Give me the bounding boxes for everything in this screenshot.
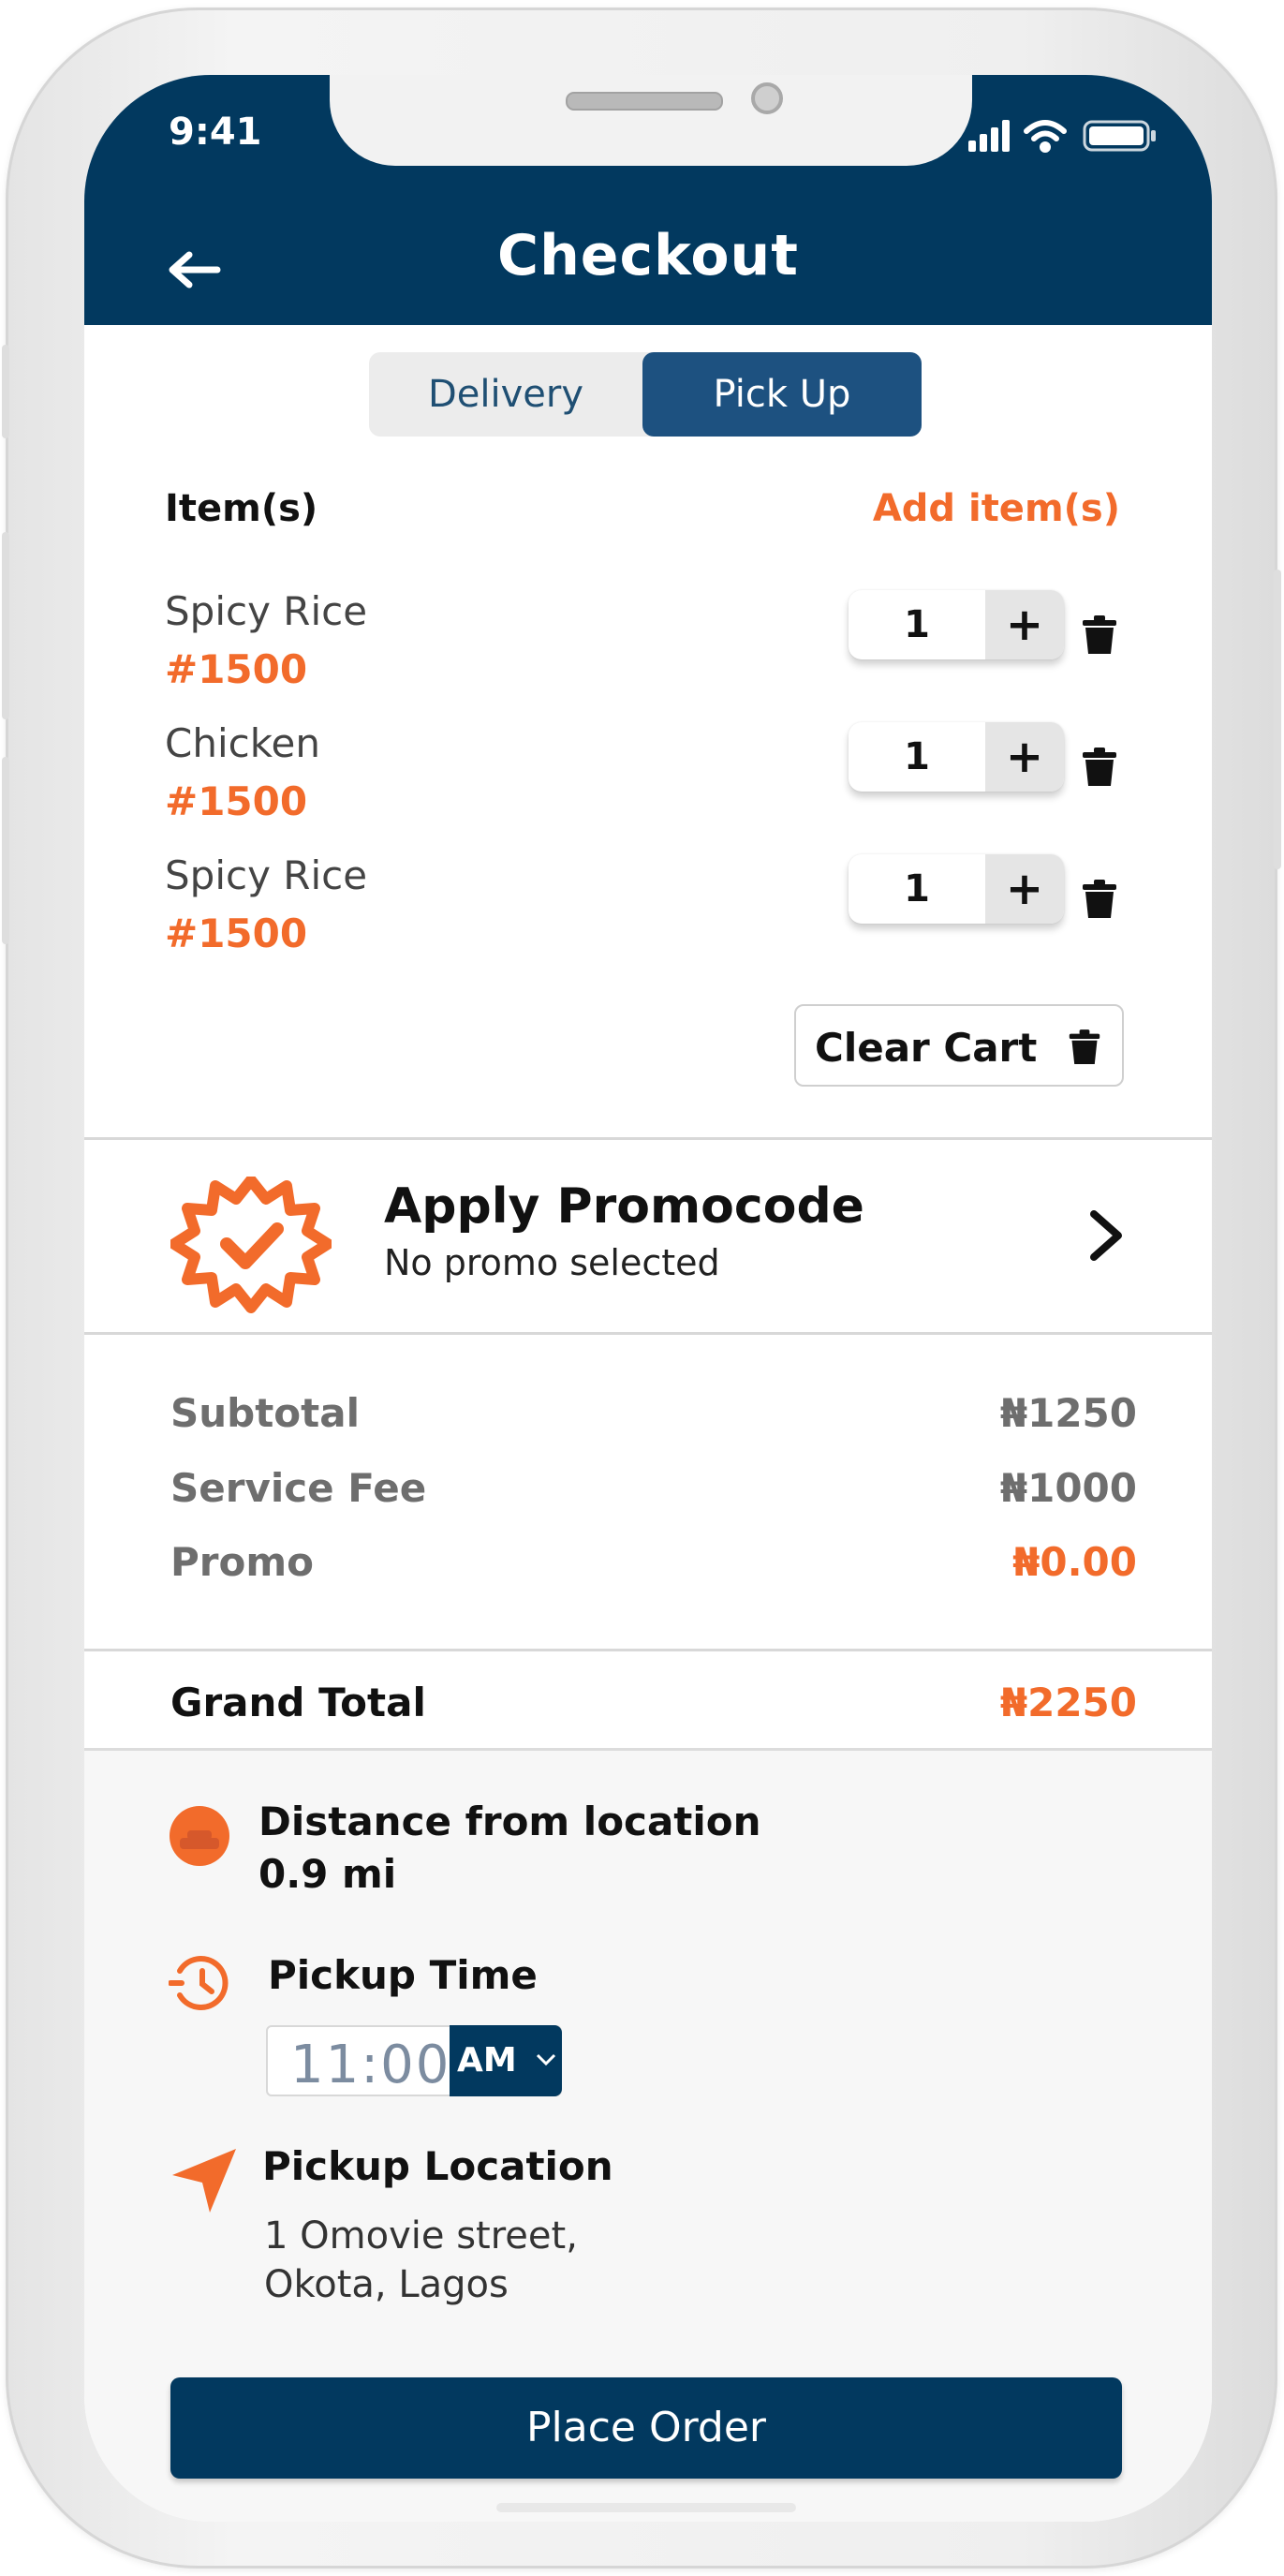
location-arrow-icon (172, 2149, 236, 2213)
pickup-time-title: Pickup Time (268, 1952, 538, 1998)
trash-icon[interactable] (1081, 879, 1118, 920)
volume-down-button (2, 757, 9, 944)
quantity-value[interactable]: 1 (849, 722, 985, 792)
home-indicator (496, 2503, 796, 2512)
distance-value: 0.9 mi (258, 1851, 397, 1897)
clear-cart-button[interactable]: Clear Cart (794, 1004, 1124, 1087)
promo-title: Apply Promocode (384, 1178, 864, 1235)
grand-total-value: ₦2250 (999, 1680, 1137, 1725)
promo-subtitle: No promo selected (384, 1242, 720, 1283)
quantity-stepper: 1 + (849, 722, 1064, 792)
chevron-down-icon (536, 2053, 556, 2066)
page-title: Checkout (497, 223, 799, 289)
quantity-stepper: 1 + (849, 854, 1064, 924)
phone-frame: 9:41 Checkout Delivery Pick Up Item(s) A… (2, 7, 1281, 2569)
place-order-button[interactable]: Place Order (170, 2377, 1122, 2479)
camera (751, 82, 783, 114)
speaker (566, 92, 723, 111)
status-time: 9:41 (169, 111, 262, 154)
subtotal-value: ₦1250 (999, 1390, 1137, 1436)
wifi-icon (1024, 120, 1067, 153)
quantity-stepper: 1 + (849, 590, 1064, 659)
side-button (2, 345, 9, 438)
plus-icon[interactable]: + (985, 590, 1064, 659)
am-pm-value: AM (457, 2041, 517, 2080)
add-items-link[interactable]: Add item(s) (873, 487, 1120, 530)
promo-value: ₦0.00 (1012, 1539, 1137, 1585)
quantity-value[interactable]: 1 (849, 854, 985, 924)
status-icons (968, 116, 1165, 154)
volume-up-button (2, 532, 9, 719)
apply-promocode-row[interactable] (84, 1141, 1212, 1328)
subtotal-label: Subtotal (170, 1390, 360, 1436)
item-price: #1500 (165, 646, 308, 692)
divider (84, 1649, 1212, 1651)
service-fee-label: Service Fee (170, 1465, 427, 1511)
promo-badge-icon (170, 1177, 332, 1313)
trash-icon[interactable] (1081, 614, 1118, 656)
clear-cart-label: Clear Cart (815, 1025, 1038, 1071)
items-heading: Item(s) (165, 487, 318, 530)
pickup-time-value[interactable]: 11:00 (290, 2035, 450, 2095)
pickup-location-line2: Okota, Lagos (264, 2263, 509, 2306)
distance-title: Distance from location (258, 1799, 761, 1844)
chevron-right-icon (1090, 1210, 1122, 1261)
trash-icon (1069, 1029, 1100, 1064)
trash-icon[interactable] (1081, 747, 1118, 788)
divider (84, 1332, 1212, 1335)
signal-icon (968, 120, 1010, 152)
battery-icon (1083, 120, 1156, 152)
quantity-value[interactable]: 1 (849, 590, 985, 659)
grand-total-label: Grand Total (170, 1680, 426, 1725)
pickup-location-title: Pickup Location (262, 2143, 613, 2189)
am-pm-select[interactable]: AM (450, 2025, 562, 2096)
plus-icon[interactable]: + (985, 722, 1064, 792)
item-name: Spicy Rice (165, 588, 368, 634)
plus-icon[interactable]: + (985, 854, 1064, 924)
screen: 9:41 Checkout Delivery Pick Up Item(s) A… (84, 75, 1212, 2522)
pickup-location-line1: 1 Omovie street, (264, 2214, 578, 2258)
order-type-toggle: Delivery Pick Up (369, 352, 922, 437)
power-button (1274, 570, 1281, 869)
divider (84, 1137, 1212, 1140)
service-fee-value: ₦1000 (999, 1465, 1137, 1511)
distance-icon (170, 1806, 229, 1866)
item-price: #1500 (165, 910, 308, 956)
item-price: #1500 (165, 778, 308, 824)
clock-icon (169, 1956, 229, 2010)
pickup-time-picker[interactable]: 11:00 AM (266, 2025, 562, 2096)
phone-notch (330, 75, 972, 166)
item-name: Spicy Rice (165, 852, 368, 898)
promo-label: Promo (170, 1539, 314, 1585)
tab-delivery[interactable]: Delivery (369, 352, 642, 437)
item-name: Chicken (165, 720, 320, 766)
tab-pick-up[interactable]: Pick Up (642, 352, 922, 437)
